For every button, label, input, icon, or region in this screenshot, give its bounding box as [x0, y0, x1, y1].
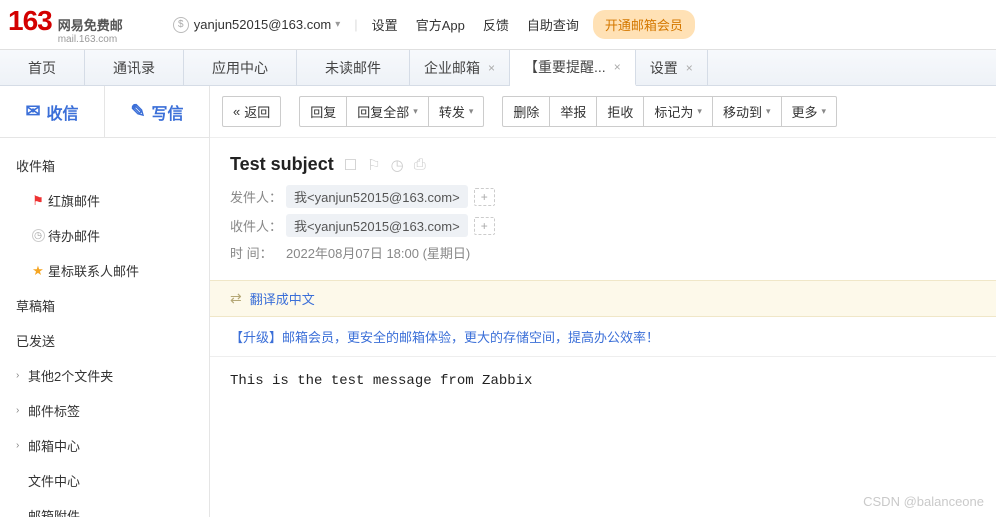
to-label: 收件人：	[230, 216, 286, 235]
folder-other[interactable]: ›其他2个文件夹	[0, 358, 209, 393]
user-email-text: yanjun52015@163.com	[194, 17, 332, 32]
move-button[interactable]: 移动到▾	[713, 96, 782, 127]
logo-number: 163	[8, 5, 52, 37]
vip-button[interactable]: 开通邮箱会员	[593, 10, 695, 39]
header-link-selfhelp[interactable]: 自助查询	[527, 15, 579, 34]
forward-button[interactable]: 转发▾	[429, 96, 485, 127]
tab-apps[interactable]: 应用中心	[184, 50, 297, 85]
chevron-down-icon: ▾	[413, 106, 418, 117]
chevron-down-icon: ▾	[697, 106, 702, 117]
add-contact-button[interactable]: +	[474, 217, 495, 235]
logo-en: mail.163.com	[58, 34, 123, 45]
report-button[interactable]: 举报	[550, 96, 597, 127]
chevron-down-icon: ▾	[335, 19, 340, 30]
header-link-app[interactable]: 官方App	[416, 15, 465, 34]
clock-icon: ◷	[28, 229, 48, 242]
tab-message[interactable]: 【重要提醒...×	[510, 50, 636, 86]
to-chip[interactable]: 我<yanjun52015@163.com>	[286, 214, 468, 237]
logo[interactable]: 163 网易免费邮 mail.163.com	[8, 5, 123, 45]
message-subject: Test subject	[230, 154, 334, 175]
flag-outline-icon[interactable]: ⚐	[367, 156, 380, 174]
inbox-icon: ✉	[25, 101, 40, 122]
time-label: 时 间：	[230, 243, 286, 262]
message-header: Test subject ☐ ⚐ ◷ ⎙ 发件人： 我<yanjun52015@…	[210, 138, 996, 280]
chevron-right-icon: ›	[16, 440, 28, 451]
folder-sent[interactable]: 已发送	[0, 323, 209, 358]
sidebar: ✉收信 ✎写信 收件箱 ⚑红旗邮件 ◷待办邮件 ★星标联系人邮件 草稿箱 已发送…	[0, 86, 210, 517]
chevron-down-icon: ▾	[766, 106, 771, 117]
promo-link[interactable]: 【升级】邮箱会员，更安全的邮箱体验，更大的存储空间，提高办公效率！	[210, 317, 996, 357]
add-contact-button[interactable]: +	[474, 188, 495, 206]
clock-icon[interactable]: ◷	[391, 156, 404, 174]
folder-starred[interactable]: ★星标联系人邮件	[0, 253, 209, 288]
translate-bar: ⇄ 翻译成中文	[210, 280, 996, 317]
folder-todo[interactable]: ◷待办邮件	[0, 218, 209, 253]
folder-flagged[interactable]: ⚑红旗邮件	[0, 183, 209, 218]
tab-home[interactable]: 首页	[0, 50, 85, 85]
close-icon[interactable]: ×	[488, 61, 495, 75]
folder-files[interactable]: 文件中心	[0, 463, 209, 498]
tab-unread[interactable]: 未读邮件	[297, 50, 410, 85]
compose-button[interactable]: ✎写信	[105, 86, 209, 137]
close-icon[interactable]: ×	[686, 61, 693, 75]
folder-center[interactable]: ›邮箱中心	[0, 428, 209, 463]
more-button[interactable]: 更多▾	[782, 96, 838, 127]
flag-icon: ⚑	[28, 193, 48, 209]
coin-icon: $	[173, 17, 189, 33]
translate-link[interactable]: 翻译成中文	[250, 289, 315, 308]
back-icon: «	[233, 104, 240, 119]
message-toolbar: «返回 回复 回复全部▾ 转发▾ 删除 举报 拒收 标记为▾ 移动到▾ 更多▾	[210, 86, 996, 138]
folder-attach[interactable]: 邮箱附件	[0, 498, 209, 517]
folder-tags[interactable]: ›邮件标签	[0, 393, 209, 428]
message-body: This is the test message from Zabbix	[210, 357, 996, 405]
tab-enterprise[interactable]: 企业邮箱×	[410, 50, 510, 85]
bookmark-icon[interactable]: ☐	[344, 156, 357, 174]
folder-inbox[interactable]: 收件箱	[0, 148, 209, 183]
message-time: 2022年08月07日 18:00 (星期日)	[286, 243, 470, 262]
reject-button[interactable]: 拒收	[597, 96, 644, 127]
chevron-down-icon: ▾	[822, 106, 827, 117]
from-chip[interactable]: 我<yanjun52015@163.com>	[286, 185, 468, 208]
separator: |	[354, 17, 357, 32]
pen-icon: ✎	[130, 101, 145, 122]
back-button[interactable]: «返回	[222, 96, 281, 127]
logo-cn: 网易免费邮	[58, 15, 123, 34]
print-icon[interactable]: ⎙	[414, 156, 426, 173]
receive-button[interactable]: ✉收信	[0, 86, 105, 137]
folder-drafts[interactable]: 草稿箱	[0, 288, 209, 323]
chevron-right-icon: ›	[16, 405, 28, 416]
tab-bar: 首页 通讯录 应用中心 未读邮件 企业邮箱× 【重要提醒...× 设置×	[0, 50, 996, 86]
star-icon: ★	[28, 263, 48, 279]
tab-contacts[interactable]: 通讯录	[85, 50, 184, 85]
chevron-right-icon: ›	[16, 370, 28, 381]
reply-button[interactable]: 回复	[299, 96, 347, 127]
mark-button[interactable]: 标记为▾	[644, 96, 713, 127]
close-icon[interactable]: ×	[614, 60, 621, 74]
user-email-dropdown[interactable]: $ yanjun52015@163.com ▾	[173, 17, 341, 33]
page-header: 163 网易免费邮 mail.163.com $ yanjun52015@163…	[0, 0, 996, 50]
header-link-feedback[interactable]: 反馈	[483, 15, 509, 34]
translate-icon: ⇄	[230, 290, 242, 307]
chevron-down-icon: ▾	[469, 106, 474, 117]
message-content: «返回 回复 回复全部▾ 转发▾ 删除 举报 拒收 标记为▾ 移动到▾ 更多▾ …	[210, 86, 996, 517]
tab-settings[interactable]: 设置×	[636, 50, 708, 85]
from-label: 发件人：	[230, 187, 286, 206]
reply-all-button[interactable]: 回复全部▾	[347, 96, 429, 127]
header-link-settings[interactable]: 设置	[372, 15, 398, 34]
delete-button[interactable]: 删除	[502, 96, 550, 127]
